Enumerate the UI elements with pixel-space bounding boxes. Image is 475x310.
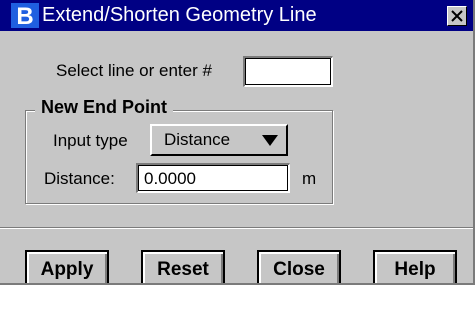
input-type-label: Input type [53, 131, 128, 150]
button-divider [0, 227, 473, 229]
title-bar[interactable]: B Extend/Shorten Geometry Line [0, 0, 473, 31]
close-x-icon[interactable] [447, 6, 467, 26]
close-button[interactable]: Close [257, 250, 341, 283]
distance-unit: m [302, 169, 317, 188]
select-line-input[interactable] [243, 56, 333, 87]
dropdown-arrow-icon [262, 134, 278, 152]
reset-button[interactable]: Reset [141, 250, 225, 283]
help-button[interactable]: Help [373, 250, 457, 283]
select-line-label: Select line or enter # [56, 61, 212, 80]
extend-shorten-dialog: B Extend/Shorten Geometry Line Select li… [0, 0, 475, 285]
geopak-b-icon: B [10, 2, 40, 30]
distance-input[interactable] [136, 163, 290, 193]
input-type-dropdown[interactable]: Distance [150, 124, 288, 156]
new-end-point-title: New End Point [35, 96, 173, 118]
window-title: Extend/Shorten Geometry Line [42, 4, 317, 26]
svg-text:B: B [16, 3, 33, 29]
apply-button[interactable]: Apply [25, 250, 109, 283]
distance-label: Distance: [44, 169, 115, 188]
input-type-value: Distance [164, 130, 231, 149]
